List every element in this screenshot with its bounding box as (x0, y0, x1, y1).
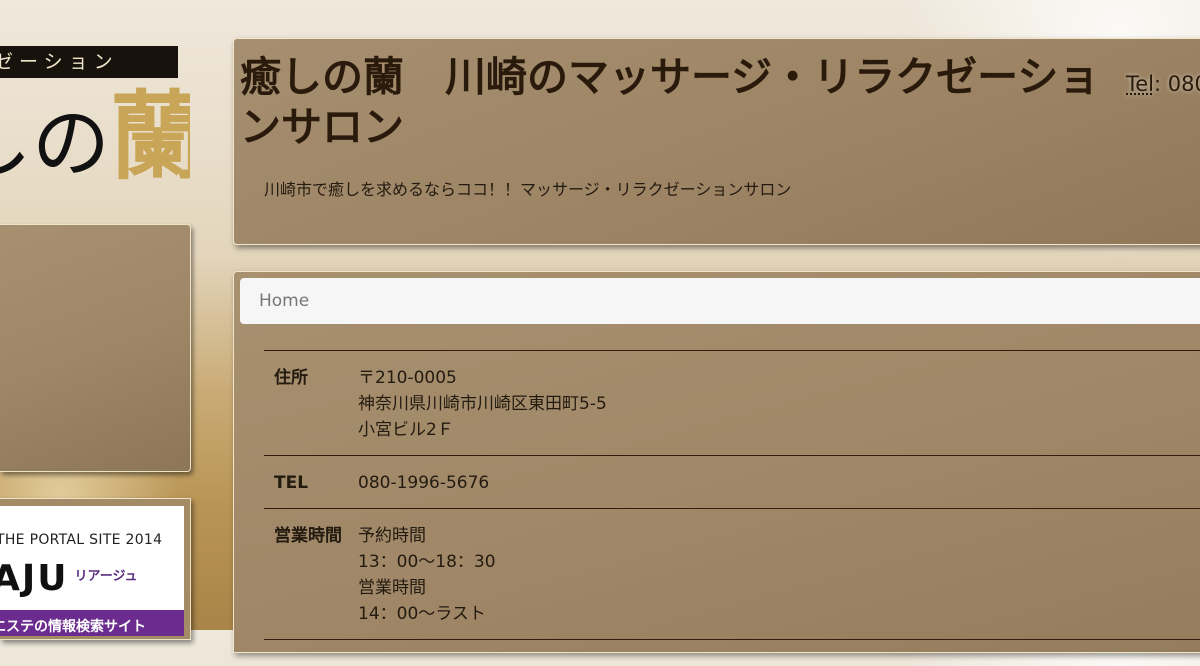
logo-text-plain: しの (0, 99, 110, 189)
hours-line: 13：00〜18：30 (358, 549, 1200, 575)
sidebar-panel (0, 224, 191, 472)
address-line: 神奈川県川崎市川崎区東田町5-5 (358, 391, 1200, 417)
address-line: 〒210-0005 (358, 365, 1200, 391)
site-description: 川崎市で癒しを求めるならココ！！マッサージ・リラクゼーションサロン (264, 176, 791, 200)
site-logo[interactable]: しの蘭 (0, 78, 190, 198)
portal-banner[interactable]: THE PORTAL SITE 2014 AJU リアージュ エステの情報検索サイ… (0, 506, 184, 636)
address-line: 小宮ビル2Ｆ (358, 417, 1200, 443)
info-label-hours: 営業時間 (264, 509, 348, 640)
breadcrumb-home-link[interactable]: Home (259, 291, 309, 311)
hours-line: 予約時間 (358, 523, 1200, 549)
breadcrumb: Home (240, 278, 1200, 324)
info-value-tel: 080-1996-5676 (348, 456, 1200, 509)
banner-top-text: THE PORTAL SITE 2014 (0, 532, 162, 548)
info-table: 住所 〒210-0005 神奈川県川崎市川崎区東田町5-5 小宮ビル2Ｆ TEL… (264, 350, 1200, 666)
tel-value: : 080 (1154, 72, 1200, 96)
header-tel[interactable]: Tel: 080 (1126, 72, 1200, 96)
hours-line: 営業時間 (358, 575, 1200, 601)
banner-sub-text: リアージュ (75, 569, 138, 584)
tel-number[interactable]: 080-1996-5676 (358, 470, 1200, 496)
banner-main: AJU リアージュ (0, 558, 138, 599)
table-row: 営業時間 予約時間 13：00〜18：30 営業時間 14：00〜ラスト (264, 509, 1200, 640)
logo-text-gold: 蘭 (110, 80, 190, 193)
info-value-address: 〒210-0005 神奈川県川崎市川崎区東田町5-5 小宮ビル2Ｆ (348, 351, 1200, 456)
info-label-tel: TEL (264, 456, 348, 509)
info-label-address: 住所 (264, 351, 348, 456)
logo-tagline: ゼーション (0, 46, 178, 78)
table-row (264, 640, 1200, 666)
hours-line: 14：00〜ラスト (358, 601, 1200, 627)
info-value-hours: 予約時間 13：00〜18：30 営業時間 14：00〜ラスト (348, 509, 1200, 640)
table-row: TEL 080-1996-5676 (264, 456, 1200, 509)
banner-main-text: AJU (0, 558, 69, 599)
site-title[interactable]: 癒しの蘭 川崎のマッサージ・リラクゼーションサロン (240, 52, 1120, 152)
banner-bar-text: エステの情報検索サイト (0, 610, 184, 636)
table-row: 住所 〒210-0005 神奈川県川崎市川崎区東田町5-5 小宮ビル2Ｆ (264, 351, 1200, 456)
tel-label: Tel (1126, 72, 1154, 96)
